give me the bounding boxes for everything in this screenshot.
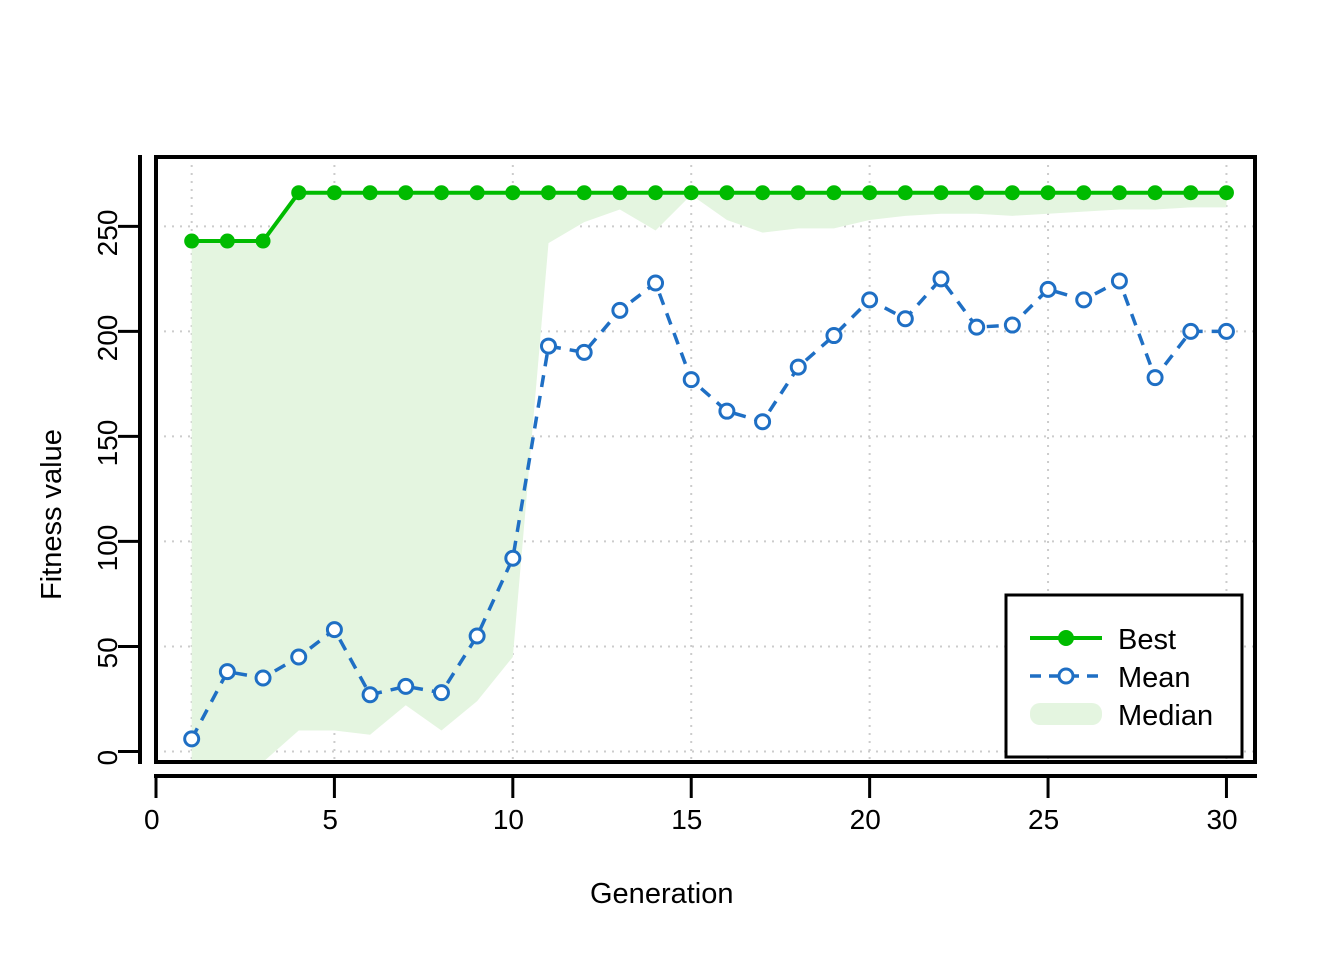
legend-marker-best <box>1058 630 1074 646</box>
y-tick-label: 0 <box>92 749 123 766</box>
best-data-point <box>255 233 271 249</box>
best-data-point <box>1183 185 1199 201</box>
best-data-point <box>433 185 449 201</box>
best-data-point <box>505 185 521 201</box>
mean-data-point <box>718 402 736 420</box>
mean-data-point <box>432 684 450 702</box>
best-data-point <box>862 185 878 201</box>
mean-data-point <box>1110 272 1128 290</box>
x-tick-label: 15 <box>671 804 703 835</box>
legend-label-mean: Mean <box>1118 662 1191 694</box>
mean-data-point <box>825 327 843 345</box>
y-axis-title: Fitness value <box>36 429 68 600</box>
best-data-point <box>469 185 485 201</box>
y-tick-label: 50 <box>92 637 123 669</box>
best-data-point <box>648 185 664 201</box>
best-data-point <box>1111 185 1127 201</box>
y-tick-label: 100 <box>92 524 123 572</box>
best-data-point <box>719 185 735 201</box>
best-data-point <box>826 185 842 201</box>
y-tick-label: 150 <box>92 419 123 467</box>
best-data-point <box>1218 185 1234 201</box>
x-axis-title: Generation <box>590 878 734 910</box>
best-data-point <box>1147 185 1163 201</box>
mean-data-point <box>183 730 201 748</box>
x-tick-label: 20 <box>849 804 881 835</box>
best-data-point <box>755 185 771 201</box>
mean-data-point <box>1039 280 1057 298</box>
mean-data-point <box>754 413 772 431</box>
x-tick-label: 30 <box>1206 804 1238 835</box>
best-data-point <box>576 185 592 201</box>
mean-data-point <box>1217 322 1235 340</box>
mean-data-point <box>325 621 343 639</box>
mean-data-point <box>1182 322 1200 340</box>
mean-data-point <box>1146 369 1164 387</box>
best-data-point <box>969 185 985 201</box>
mean-data-point <box>1075 291 1093 309</box>
mean-data-point <box>611 301 629 319</box>
mean-data-point <box>575 343 593 361</box>
mean-data-point <box>290 648 308 666</box>
best-data-point <box>184 233 200 249</box>
best-data-point <box>933 185 949 201</box>
legend-marker-mean <box>1057 667 1075 685</box>
legend[interactable]: Best Mean Median <box>1004 593 1244 759</box>
mean-data-point <box>504 549 522 567</box>
fitness-evolution-chart: Best Mean Median Fitness value Generation … <box>0 0 1344 960</box>
best-data-point <box>398 185 414 201</box>
mean-data-point <box>1003 316 1021 334</box>
best-data-point <box>612 185 628 201</box>
mean-data-point <box>647 274 665 292</box>
mean-data-point <box>540 337 557 355</box>
x-tick-label: 0 <box>144 804 160 835</box>
y-tick-label: 250 <box>92 209 123 257</box>
mean-data-point <box>932 270 950 288</box>
mean-data-point <box>896 310 914 328</box>
mean-data-point <box>218 663 236 681</box>
mean-data-point <box>861 291 879 309</box>
best-data-point <box>1004 185 1020 201</box>
best-data-point <box>1040 185 1056 201</box>
mean-data-point <box>789 358 807 376</box>
best-data-point <box>683 185 699 201</box>
legend-swatch-median <box>1030 703 1102 725</box>
mean-data-point <box>361 686 379 704</box>
best-data-point <box>541 185 556 201</box>
mean-data-point <box>682 371 700 389</box>
best-data-point <box>362 185 378 201</box>
best-data-point <box>897 185 913 201</box>
mean-data-point <box>968 318 986 336</box>
mean-data-point <box>468 627 486 645</box>
x-tick-label: 25 <box>1028 804 1060 835</box>
best-data-point <box>291 185 307 201</box>
legend-label-best: Best <box>1118 624 1176 656</box>
legend-label-median: Median <box>1118 700 1213 732</box>
best-data-point <box>1076 185 1092 201</box>
x-tick-label: 5 <box>322 804 338 835</box>
best-data-point <box>326 185 342 201</box>
best-data-point <box>790 185 806 201</box>
mean-data-point <box>397 677 415 695</box>
y-tick-label: 200 <box>92 314 123 362</box>
best-data-point <box>219 233 235 249</box>
mean-data-point <box>254 669 272 687</box>
x-tick-label: 10 <box>492 804 524 835</box>
